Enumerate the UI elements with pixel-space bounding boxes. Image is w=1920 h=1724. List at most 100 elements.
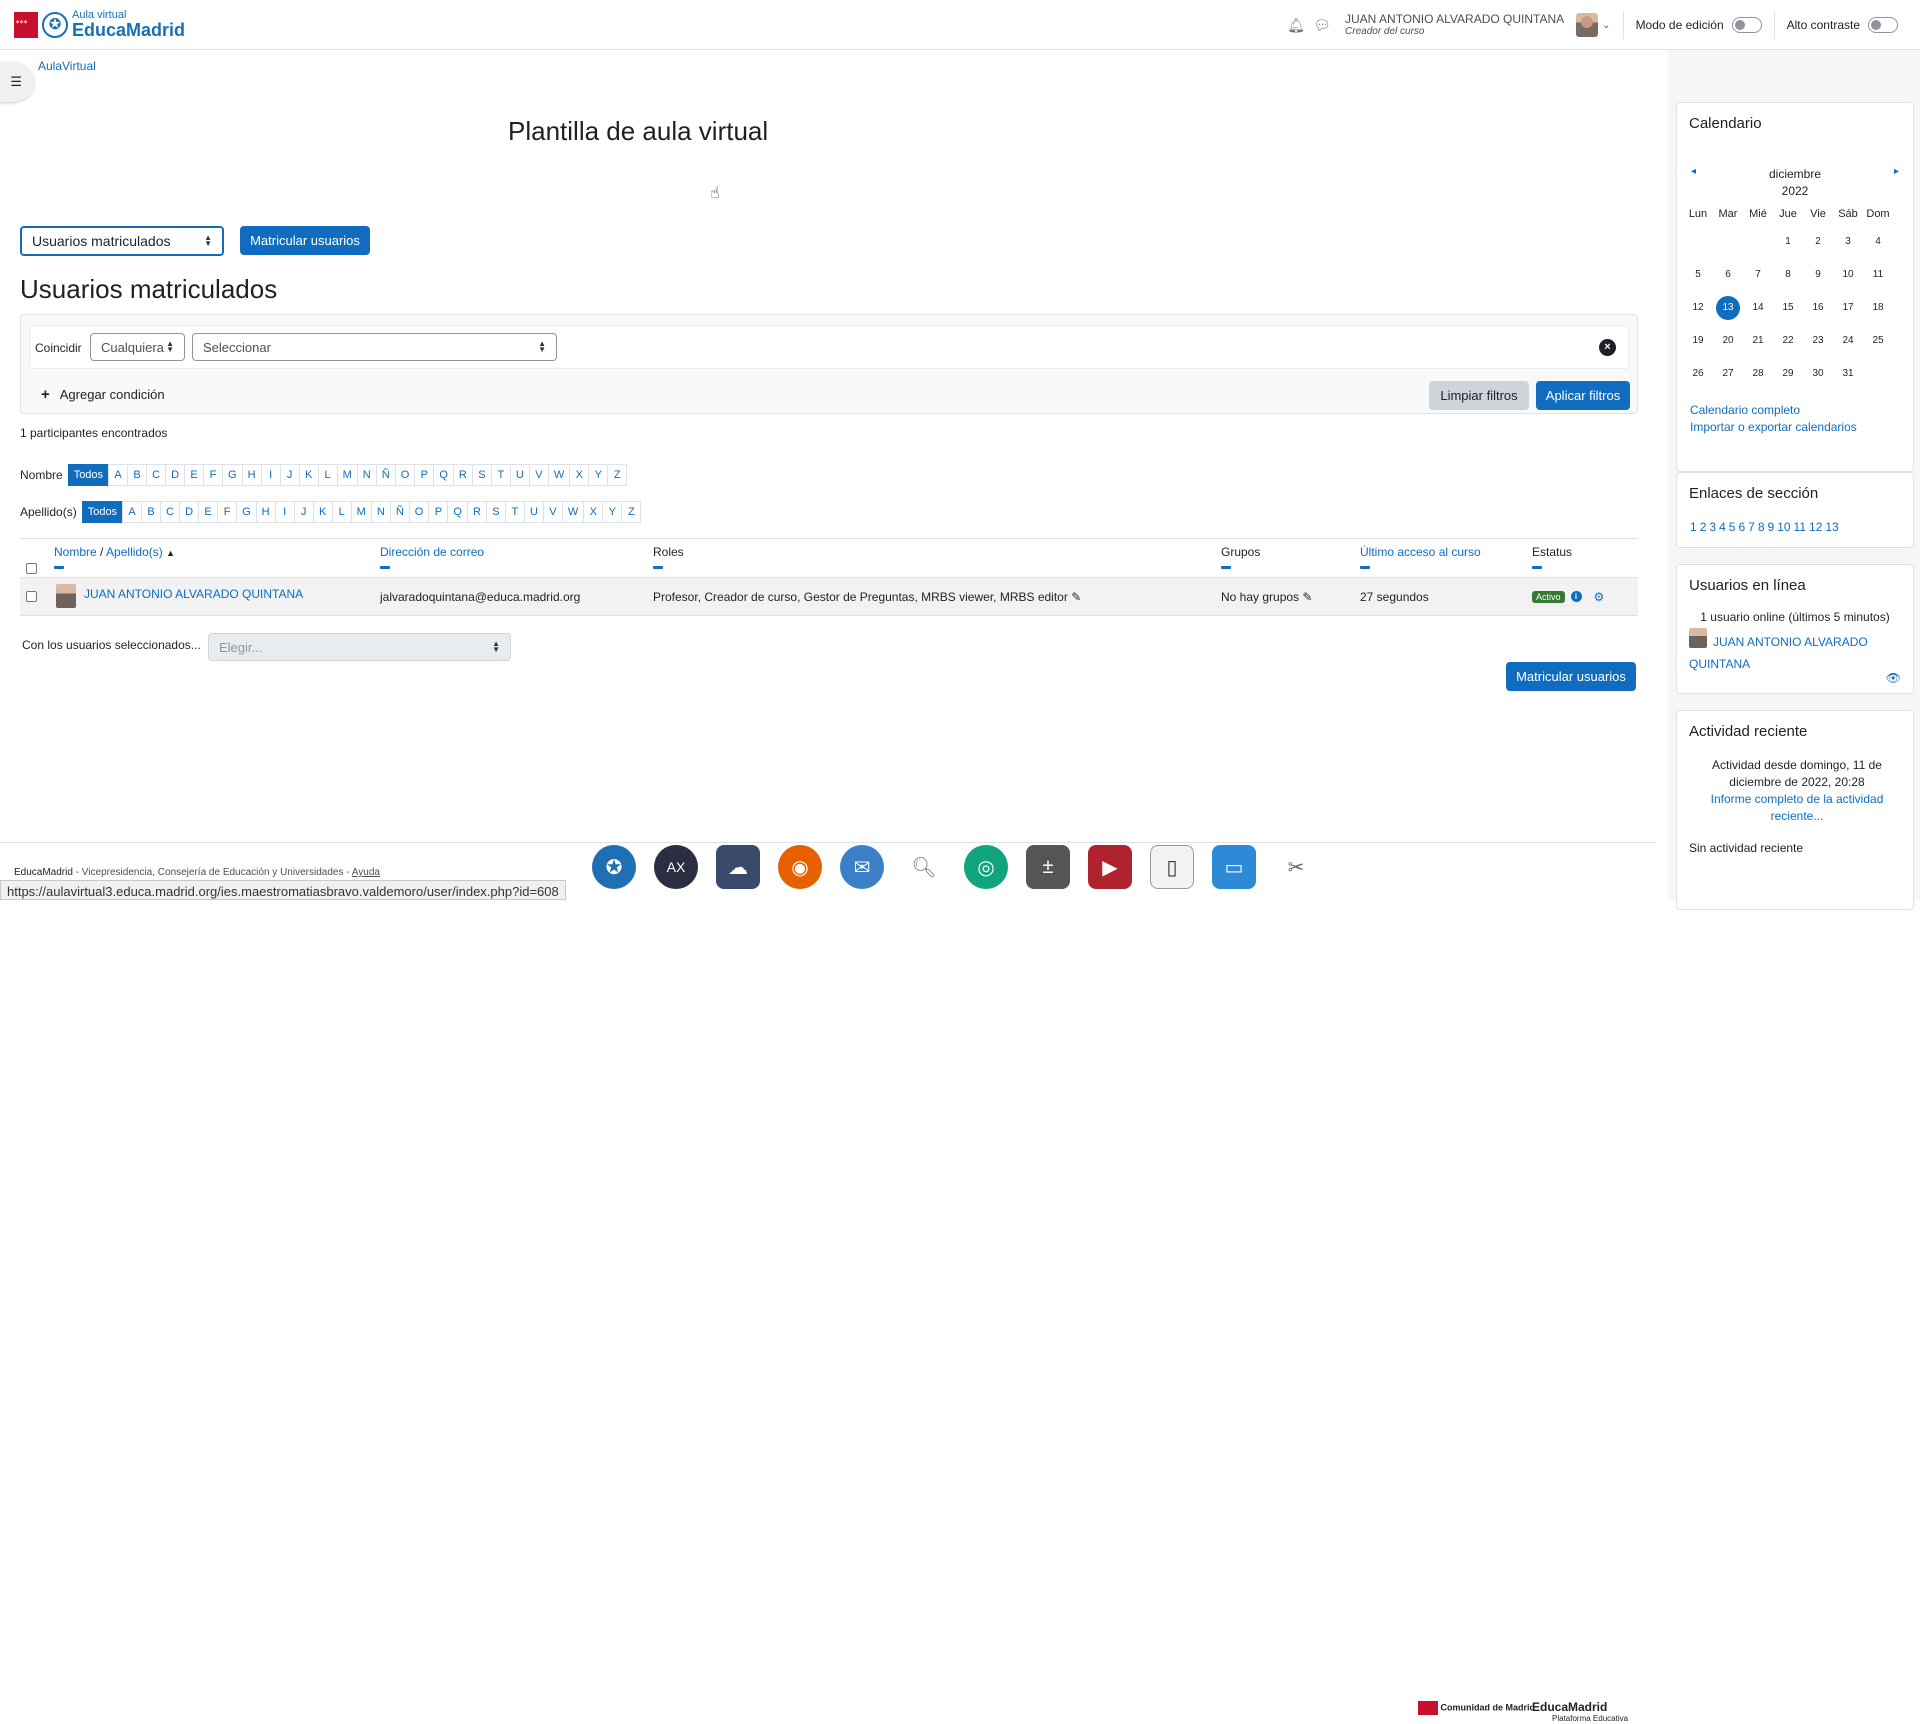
enrol-users-bottom-button[interactable]: Matricular usuarios — [1506, 662, 1636, 691]
section-link[interactable]: 12 — [1809, 520, 1822, 534]
add-condition-button[interactable]: + Agregar condición — [41, 386, 165, 403]
calendar-day[interactable]: 8 — [1773, 269, 1803, 280]
calendar-day[interactable]: 21 — [1743, 335, 1773, 346]
edit-roles-pencil-icon[interactable]: ✎ — [1071, 590, 1081, 604]
next-month-icon[interactable]: ▸ — [1894, 166, 1899, 177]
user-avatar[interactable] — [56, 584, 76, 608]
calendar-day[interactable]: 31 — [1833, 368, 1863, 379]
initial-letter[interactable]: K — [298, 464, 319, 486]
breadcrumb[interactable]: AulaVirtual — [38, 59, 96, 73]
initial-letter[interactable]: P — [428, 501, 449, 523]
bell-icon[interactable]: 🔔︎ — [1283, 17, 1309, 34]
section-link[interactable]: 13 — [1825, 520, 1838, 534]
initial-letter[interactable]: R — [452, 464, 473, 486]
calendar-day[interactable]: 15 — [1773, 302, 1803, 313]
gear-icon[interactable]: ⚙ — [1594, 590, 1605, 604]
initial-letter[interactable]: R — [466, 501, 487, 523]
online-user-link[interactable]: JUAN ANTONIO ALVARADO QUINTANA — [1689, 631, 1889, 675]
full-activity-report-link[interactable]: Informe completo de la actividad recient… — [1697, 791, 1897, 825]
initial-letter[interactable]: J — [279, 464, 300, 486]
apply-filters-button[interactable]: Aplicar filtros — [1536, 381, 1630, 410]
high-contrast-toggle[interactable] — [1868, 17, 1898, 33]
info-icon[interactable]: i — [1570, 591, 1582, 603]
sort-last-access-link[interactable]: Último acceso al curso — [1360, 545, 1481, 559]
initial-letter[interactable]: N — [370, 501, 391, 523]
initial-letter[interactable]: O — [408, 501, 430, 523]
calculator-icon[interactable]: ± — [1026, 845, 1070, 889]
section-link[interactable]: 7 — [1748, 520, 1755, 534]
initial-letter[interactable]: Q — [447, 501, 468, 523]
remove-filter-icon[interactable]: × — [1599, 339, 1616, 356]
section-link[interactable]: 4 — [1719, 520, 1726, 534]
initial-letter[interactable]: Ñ — [389, 501, 410, 523]
initial-letter[interactable]: N — [356, 464, 377, 486]
collapse-column-icon[interactable] — [1360, 566, 1370, 569]
initial-letter[interactable]: D — [179, 501, 200, 523]
calendar-day[interactable]: 23 — [1803, 335, 1833, 346]
collapse-column-icon[interactable] — [54, 566, 64, 569]
initial-letter[interactable]: Y — [602, 501, 623, 523]
full-calendar-link[interactable]: Calendario completo — [1690, 403, 1800, 417]
select-all-checkbox[interactable] — [26, 563, 37, 574]
initial-letter[interactable]: X — [583, 501, 604, 523]
section-link[interactable]: 10 — [1777, 520, 1790, 534]
educamadrid-logo[interactable]: ✪ Aula virtual EducaMadrid — [14, 10, 185, 39]
section-link[interactable]: 3 — [1709, 520, 1716, 534]
calendar-day[interactable]: 28 — [1743, 368, 1773, 379]
match-select[interactable]: Cualquiera ▲ ▼ — [90, 333, 185, 361]
calendar-day[interactable]: 3 — [1833, 236, 1863, 247]
initial-letter[interactable]: G — [236, 501, 257, 523]
page-select[interactable]: Usuarios matriculados ▲ ▼ — [20, 226, 224, 256]
edit-groups-pencil-icon[interactable]: ✎ — [1302, 590, 1312, 604]
initial-letter[interactable]: U — [523, 501, 544, 523]
calendar-day[interactable]: 25 — [1863, 335, 1893, 346]
calendar-day[interactable]: 9 — [1803, 269, 1833, 280]
import-export-calendar-link[interactable]: Importar o exportar calendarios — [1690, 420, 1857, 434]
initial-letter[interactable]: D — [165, 464, 186, 486]
section-link[interactable]: 1 — [1690, 520, 1697, 534]
initial-letter[interactable]: F — [203, 464, 224, 486]
initial-letter[interactable]: L — [317, 464, 338, 486]
section-link[interactable]: 6 — [1738, 520, 1745, 534]
initial-letter[interactable]: P — [414, 464, 435, 486]
calendar-day[interactable]: 11 — [1863, 269, 1893, 280]
initial-letter[interactable]: L — [331, 501, 352, 523]
initial-letter[interactable]: W — [547, 464, 571, 486]
initial-letter[interactable]: Y — [588, 464, 609, 486]
section-link[interactable]: 5 — [1729, 520, 1736, 534]
collapse-column-icon[interactable] — [1221, 566, 1231, 569]
initial-letter[interactable]: G — [222, 464, 243, 486]
initial-letter[interactable]: E — [198, 501, 219, 523]
initial-letter[interactable]: S — [471, 464, 492, 486]
initial-letter[interactable]: B — [127, 464, 148, 486]
initial-all[interactable]: Todos — [67, 464, 110, 486]
chevron-down-icon[interactable]: ⌄ — [1602, 20, 1610, 31]
calendar-day[interactable]: 2 — [1803, 236, 1833, 247]
calendar-day[interactable]: 14 — [1743, 302, 1773, 313]
initial-letter[interactable]: I — [274, 501, 295, 523]
scissors-icon[interactable]: ✂ — [1274, 845, 1318, 889]
edit-mode-toggle[interactable] — [1731, 17, 1762, 33]
ax-inside-app-icon[interactable]: AX — [654, 845, 698, 889]
initial-letter[interactable]: X — [569, 464, 590, 486]
initial-letter[interactable]: T — [490, 464, 511, 486]
initial-letter[interactable]: A — [122, 501, 143, 523]
initial-letter[interactable]: F — [217, 501, 238, 523]
sort-firstname-link[interactable]: Nombre — [54, 545, 97, 559]
initial-letter[interactable]: E — [184, 464, 205, 486]
calendar-day[interactable]: 12 — [1683, 302, 1713, 313]
section-link[interactable]: 8 — [1758, 520, 1765, 534]
initial-all[interactable]: Todos — [81, 501, 124, 523]
collapse-column-icon[interactable] — [380, 566, 390, 569]
calendar-day[interactable]: 13 — [1713, 295, 1743, 320]
row-checkbox[interactable] — [26, 591, 37, 602]
sort-email-link[interactable]: Dirección de correo — [380, 545, 484, 559]
calendar-day[interactable]: 1 — [1773, 236, 1803, 247]
footer-help-link[interactable]: Ayuda — [352, 867, 380, 878]
search-icon[interactable]: 🔍︎ — [902, 845, 946, 889]
calendar-day[interactable]: 17 — [1833, 302, 1863, 313]
section-link[interactable]: 2 — [1700, 520, 1707, 534]
calendar-day[interactable]: 29 — [1773, 368, 1803, 379]
initial-letter[interactable]: M — [350, 501, 372, 523]
calendar-day[interactable]: 19 — [1683, 335, 1713, 346]
